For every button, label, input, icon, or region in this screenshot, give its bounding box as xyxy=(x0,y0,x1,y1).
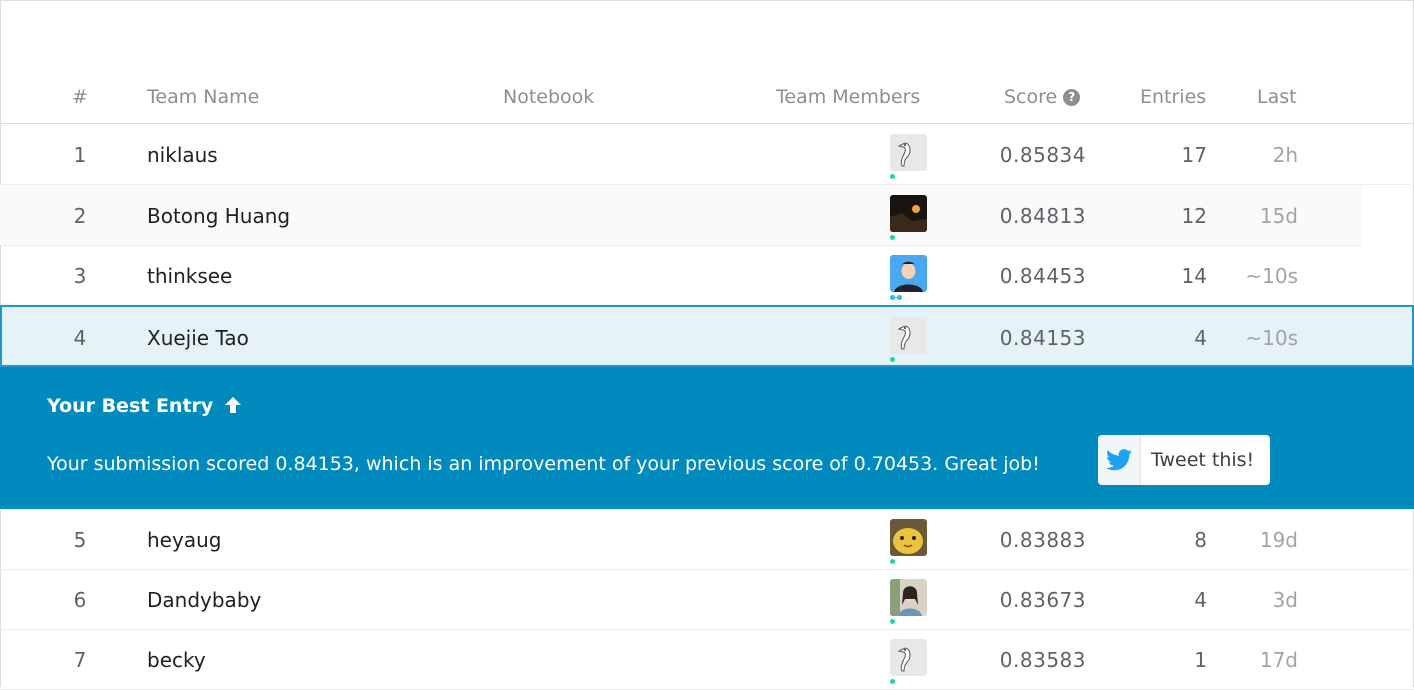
row-score: 0.84813 xyxy=(999,204,1086,228)
row-entries: 4 xyxy=(1194,326,1207,350)
row-team-name[interactable]: becky xyxy=(147,648,206,672)
row-team-name[interactable]: heyaug xyxy=(147,528,221,552)
row-last: 15d xyxy=(1259,204,1298,228)
member-status-dot xyxy=(890,679,895,684)
row-rank: 2 xyxy=(73,204,87,228)
leaderboard-row[interactable]: 6 Dandybaby 0.83673 4 3d xyxy=(0,569,1414,630)
portrait-avatar-icon[interactable] xyxy=(890,255,927,292)
member-status-dot xyxy=(890,235,895,240)
tweet-label: Tweet this! xyxy=(1151,449,1255,471)
row-score: 0.85834 xyxy=(999,143,1086,167)
row-entries: 12 xyxy=(1181,204,1207,228)
row-rank: 4 xyxy=(73,326,87,350)
my-leaderboard-row[interactable]: 4 Xuejie Tao 0.84153 4 ~10s xyxy=(0,305,1414,367)
score-header[interactable]: Score? xyxy=(1004,86,1081,108)
last-header[interactable]: Last xyxy=(1257,86,1297,108)
row-last: 17d xyxy=(1259,648,1298,672)
leaderboard-row[interactable]: 5 heyaug 0.83883 8 19d xyxy=(0,509,1414,570)
best-entry-banner: Your Best Entry Your submission scored 0… xyxy=(0,367,1414,509)
row-team-name[interactable]: Xuejie Tao xyxy=(147,326,249,350)
row-score: 0.83583 xyxy=(999,648,1086,672)
entries-header[interactable]: Entries xyxy=(1140,86,1206,108)
row-rank: 1 xyxy=(73,143,87,167)
goose-avatar-icon[interactable] xyxy=(890,639,927,676)
row-last: 3d xyxy=(1272,588,1298,612)
team-members-header: Team Members xyxy=(776,86,921,108)
goose-avatar-icon[interactable] xyxy=(890,317,927,354)
member-status-dot xyxy=(890,619,895,624)
row-last: ~10s xyxy=(1245,264,1298,288)
row-score: 0.84453 xyxy=(999,264,1086,288)
row-score: 0.84153 xyxy=(999,326,1086,350)
goose-avatar-icon[interactable] xyxy=(890,134,927,171)
row-score: 0.83883 xyxy=(999,528,1086,552)
row-entries: 8 xyxy=(1194,528,1207,552)
team-name-header[interactable]: Team Name xyxy=(147,86,259,108)
leaderboard-header: # Team Name Notebook Team Members Score?… xyxy=(0,70,1414,124)
row-team-name[interactable]: Botong Huang xyxy=(147,204,290,228)
leaderboard-row[interactable]: 3 thinksee 0.84453 14 ~10s xyxy=(0,245,1414,306)
girl-photo-avatar-icon[interactable] xyxy=(890,579,927,616)
tweet-button[interactable]: Tweet this! xyxy=(1098,435,1270,485)
row-score: 0.83673 xyxy=(999,588,1086,612)
arrow-up-icon xyxy=(224,397,241,413)
yellow-toy-avatar-icon[interactable] xyxy=(890,519,927,556)
banner-title: Your Best Entry xyxy=(47,395,242,417)
row-rank: 7 xyxy=(73,648,87,672)
row-rank: 3 xyxy=(73,264,87,288)
help-icon[interactable]: ? xyxy=(1063,89,1081,106)
row-entries: 4 xyxy=(1194,588,1207,612)
twitter-icon xyxy=(1098,435,1141,485)
leaderboard-row[interactable]: 2 Botong Huang 0.84813 12 15d xyxy=(0,185,1362,246)
banner-title-text: Your Best Entry xyxy=(47,395,214,417)
row-team-name[interactable]: thinksee xyxy=(147,264,232,288)
row-entries: 14 xyxy=(1181,264,1207,288)
member-status-dot xyxy=(890,357,895,362)
member-status-dot xyxy=(890,559,895,564)
row-team-name[interactable]: Dandybaby xyxy=(147,588,261,612)
row-rank: 5 xyxy=(73,528,87,552)
banner-message: Your submission scored 0.84153, which is… xyxy=(47,453,1040,475)
row-team-name[interactable]: niklaus xyxy=(147,143,218,167)
row-entries: 1 xyxy=(1194,648,1207,672)
notebook-header: Notebook xyxy=(503,86,595,108)
row-last: ~10s xyxy=(1245,326,1298,350)
score-header-label: Score xyxy=(1004,86,1058,108)
dark-photo-avatar-icon[interactable] xyxy=(890,195,927,232)
row-last: 2h xyxy=(1272,143,1298,167)
member-status-dot xyxy=(890,295,902,300)
row-rank: 6 xyxy=(73,588,87,612)
rank-header: # xyxy=(72,86,88,108)
leaderboard-row[interactable]: 7 becky 0.83583 1 17d xyxy=(0,629,1414,690)
leaderboard-row[interactable]: 1 niklaus 0.85834 17 2h xyxy=(0,124,1414,185)
member-status-dot xyxy=(890,174,895,179)
row-entries: 17 xyxy=(1181,143,1207,167)
row-last: 19d xyxy=(1259,528,1298,552)
